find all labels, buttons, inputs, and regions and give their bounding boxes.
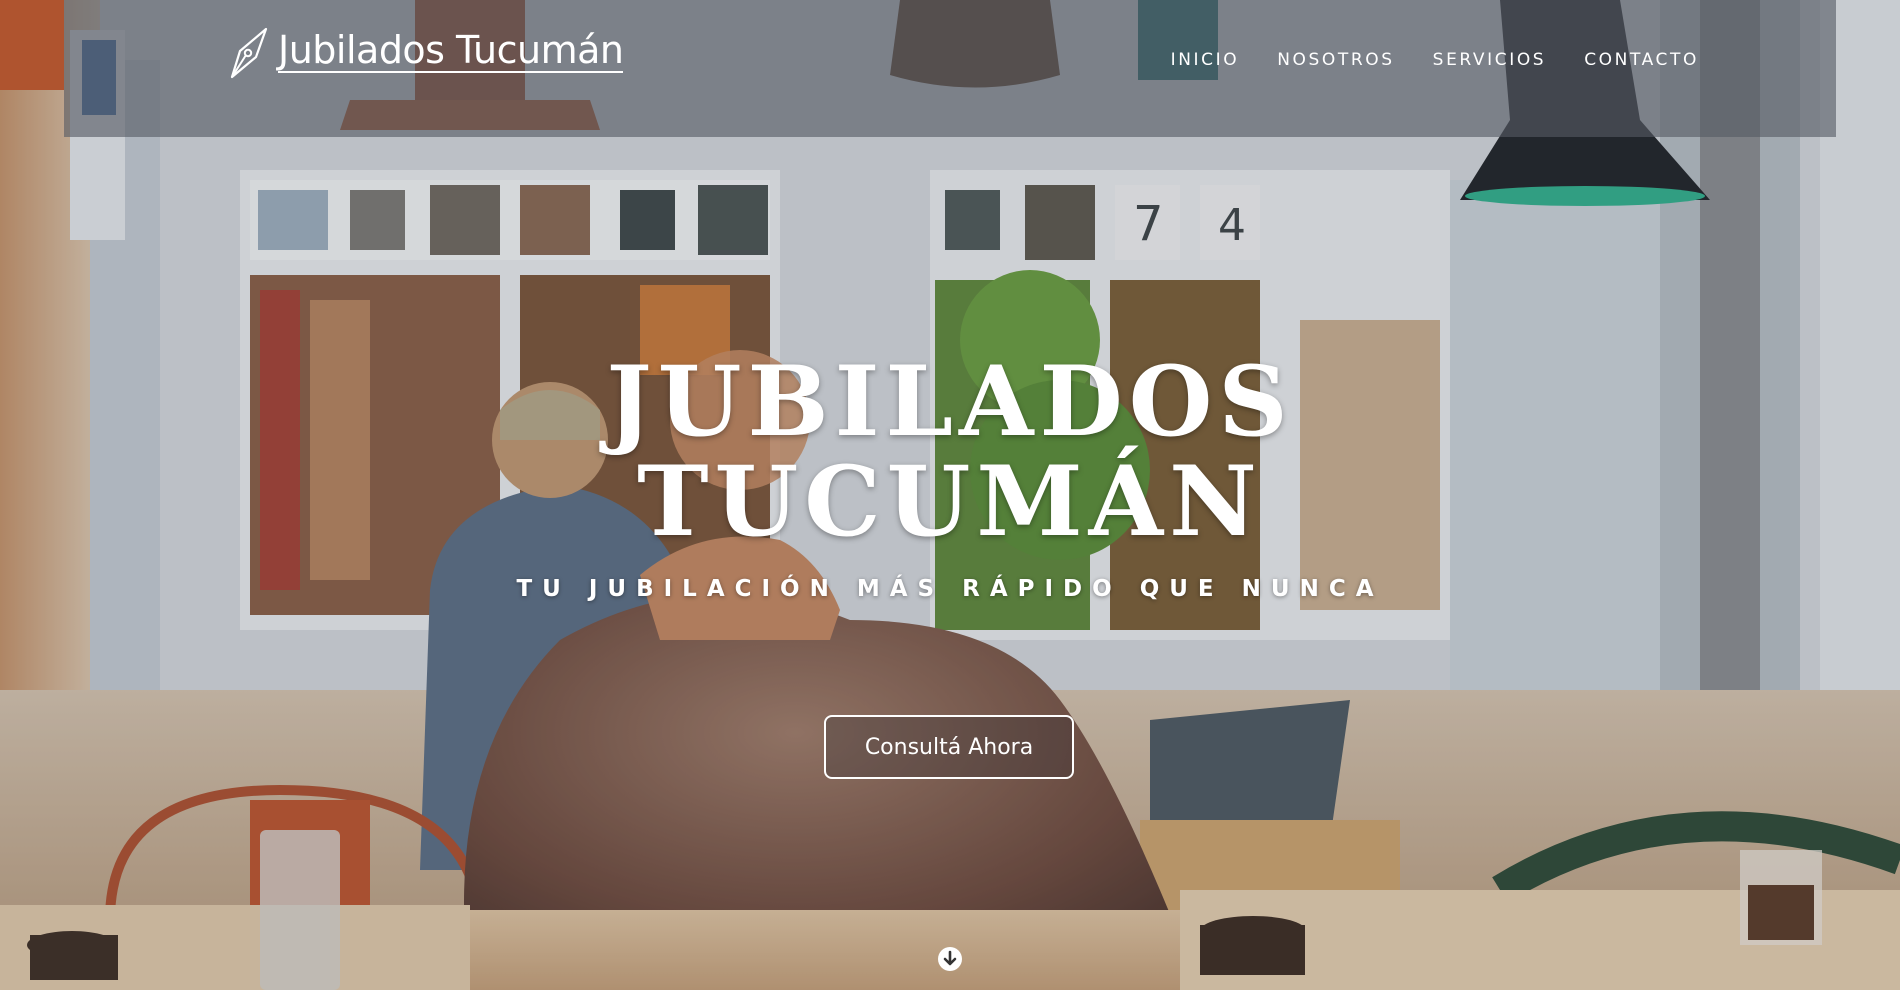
arrow-down-circle-icon[interactable] <box>936 945 964 973</box>
quill-pen-icon <box>230 27 268 79</box>
hero-subtitle: TU JUBILACIÓN MÁS RÁPIDO QUE NUNCA <box>516 576 1384 602</box>
hero-section: 7 4 Jubilados Tucumán INICIO NOSOTROS SE… <box>0 0 1900 990</box>
hero-title: JUBILADOS TUCUMÁN <box>0 352 1900 552</box>
hero-title-line2: TUCUMÁN <box>637 445 1263 558</box>
nav-link-inicio[interactable]: INICIO <box>1171 50 1240 70</box>
nav-link-servicios[interactable]: SERVICIOS <box>1433 50 1547 70</box>
brand-name: Jubilados Tucumán <box>278 28 624 73</box>
hero-title-line1: JUBILADOS <box>606 345 1294 458</box>
nav-link-nosotros[interactable]: NOSOTROS <box>1277 50 1394 70</box>
nav-link-contacto[interactable]: CONTACTO <box>1584 50 1699 70</box>
main-nav: INICIO NOSOTROS SERVICIOS CONTACTO <box>1133 50 1699 70</box>
brand-logo[interactable]: Jubilados Tucumán <box>226 20 624 82</box>
consult-now-button[interactable]: Consultá Ahora <box>824 715 1074 779</box>
